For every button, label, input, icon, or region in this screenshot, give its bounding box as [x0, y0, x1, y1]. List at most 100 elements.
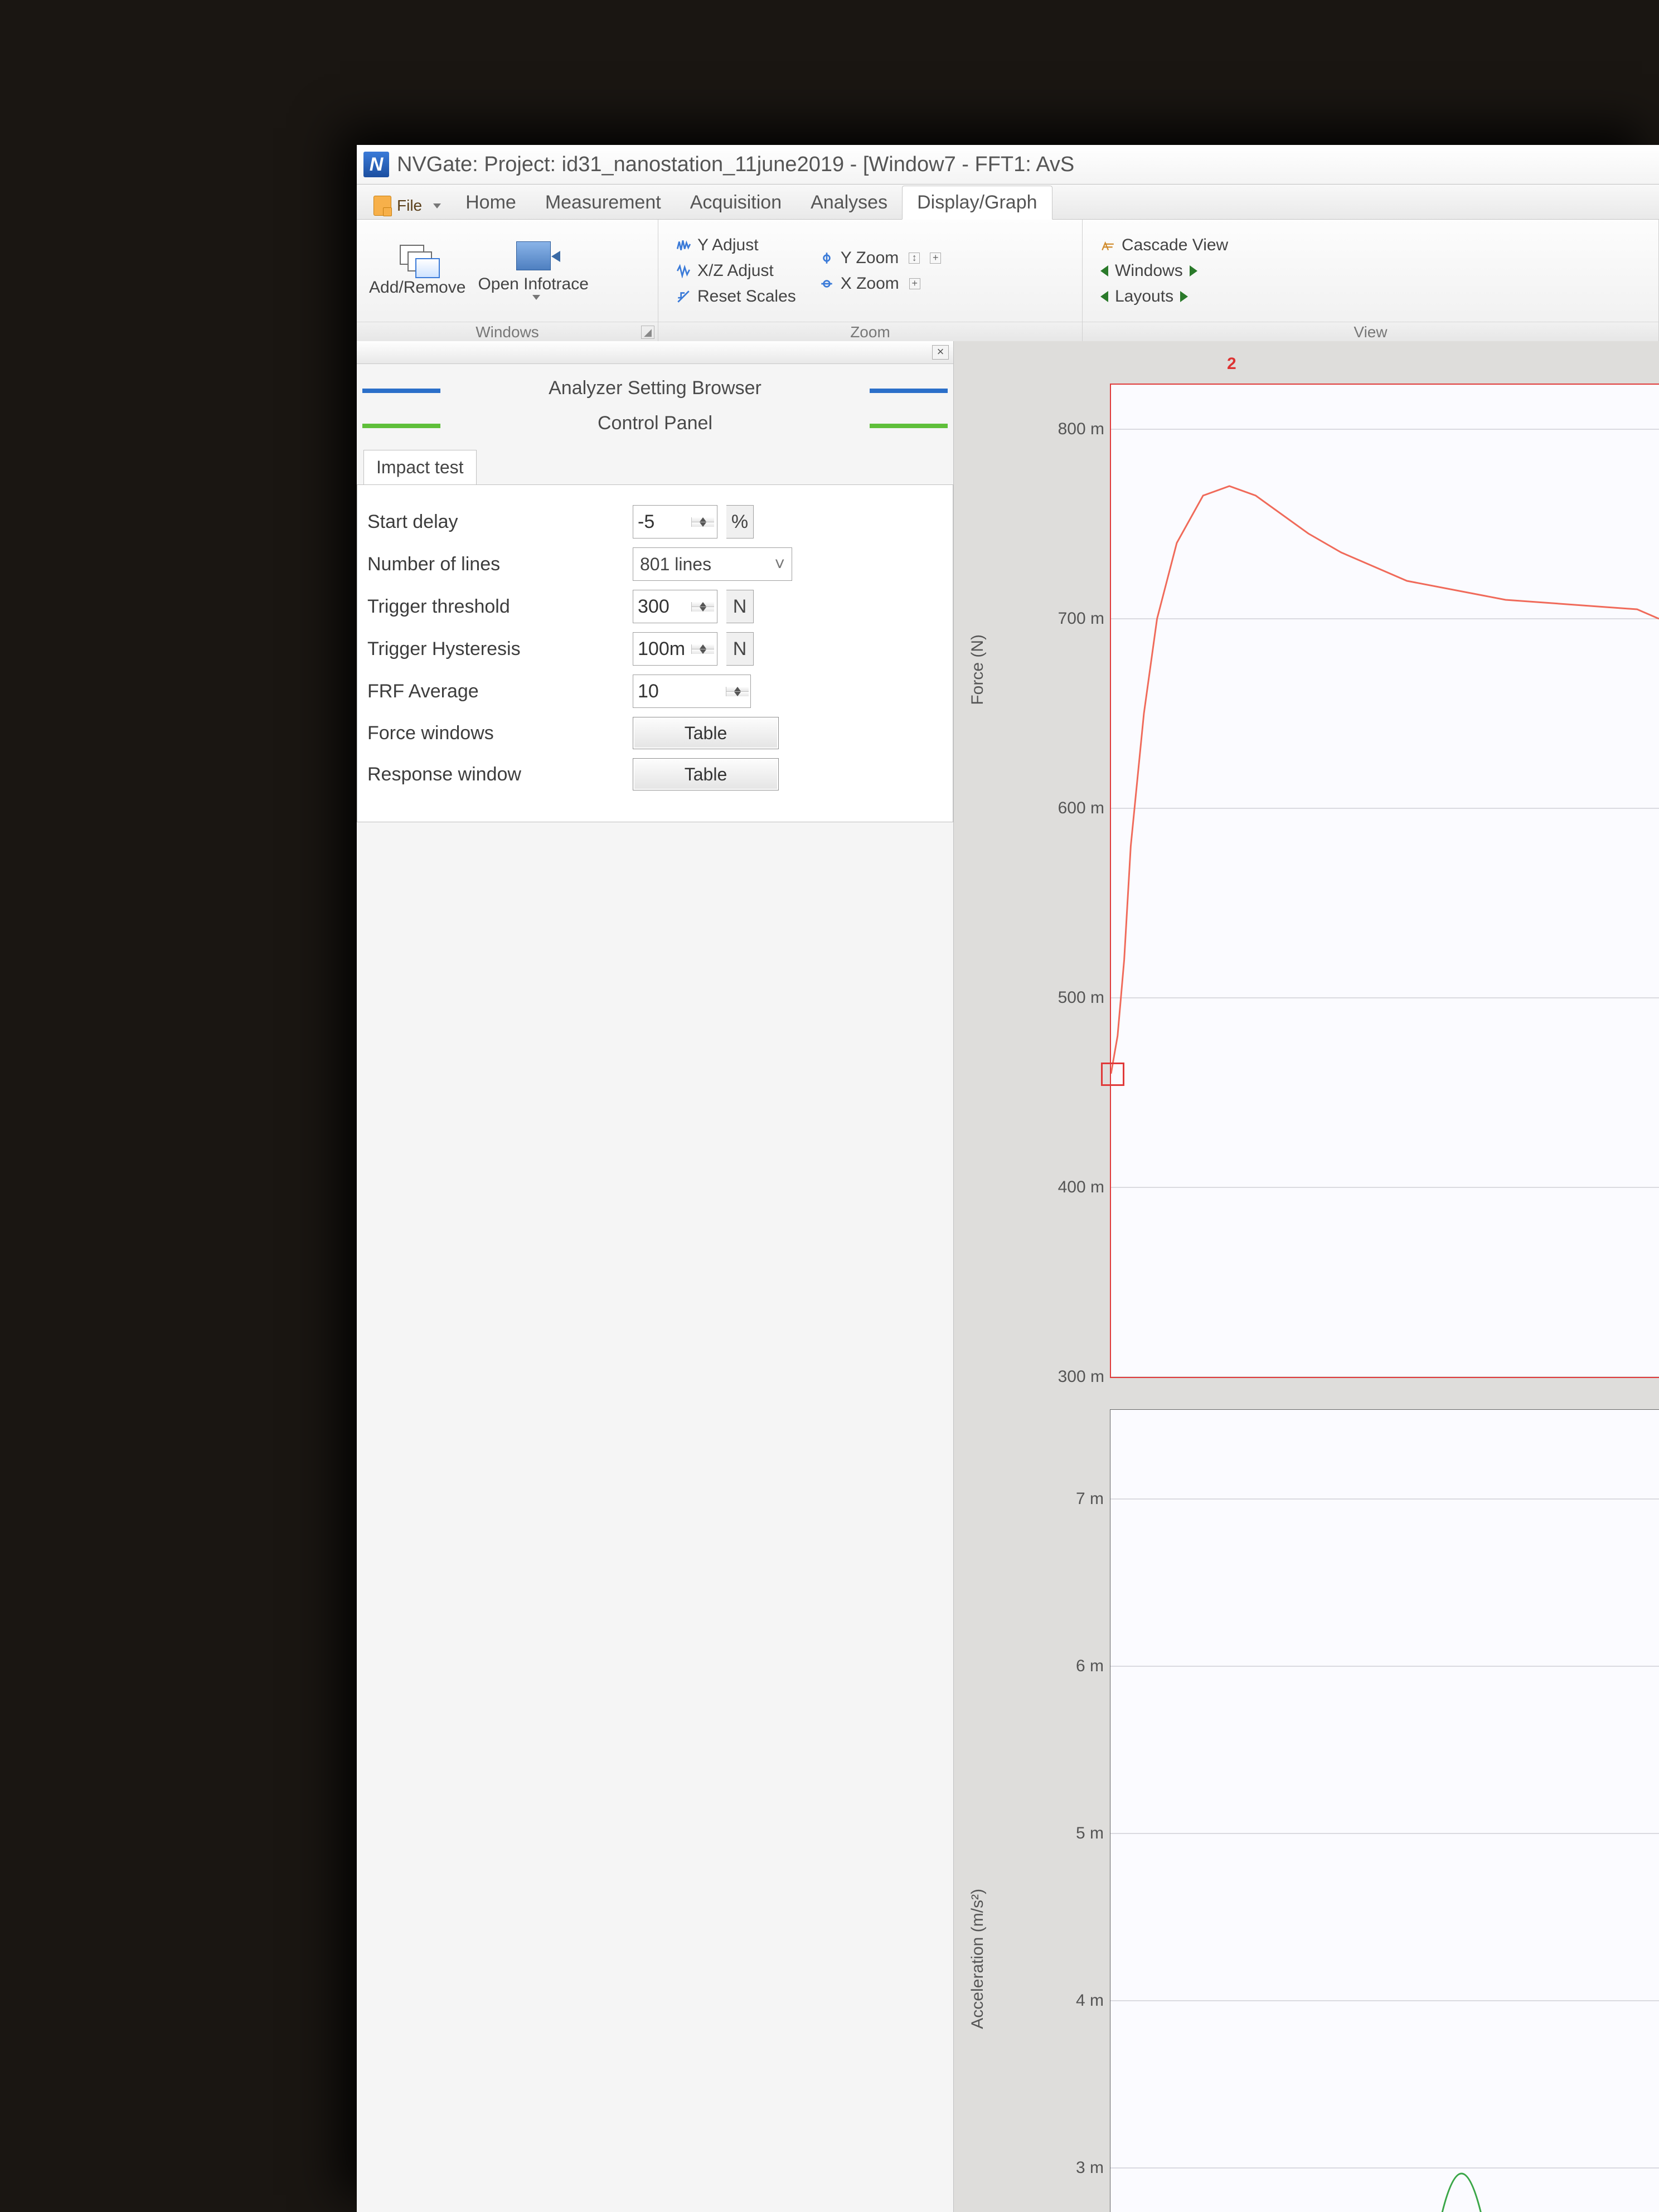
open-infotrace-label: Open Infotrace	[478, 275, 588, 294]
trigger-hysteresis-value[interactable]	[633, 633, 691, 665]
number-of-lines-select[interactable]: 801 lines ˅	[633, 547, 792, 581]
tab-acquisition[interactable]: Acquisition	[676, 186, 796, 219]
label-trigger-threshold: Trigger threshold	[367, 596, 624, 618]
chart-area: 2 Force (N) Acceleration (m/s²) 800 m 70…	[954, 341, 1659, 2212]
ribbon-group-zoom: Y Adjust X/Z Adjust Reset Scales Y Zoom	[658, 220, 1083, 342]
label-force-windows: Force windows	[367, 722, 624, 744]
frf-average-input[interactable]	[633, 675, 751, 708]
frf-average-spinner[interactable]	[726, 687, 749, 696]
triangle-left-icon	[1100, 291, 1108, 302]
window-title: NVGate: Project: id31_nanostation_11june…	[397, 153, 1074, 177]
start-delay-spinner[interactable]	[691, 517, 714, 527]
response-window-table-button[interactable]: Table	[633, 758, 779, 790]
label-response-window: Response window	[367, 764, 624, 785]
chevron-down-icon: ˅	[774, 554, 785, 575]
trigger-threshold-unit: N	[726, 590, 754, 623]
row-force-windows: Force windows Table	[367, 717, 943, 749]
layouts-nav-button[interactable]: Layouts	[1095, 286, 1234, 307]
close-icon[interactable]: ×	[932, 345, 949, 360]
cursor-marker-icon[interactable]	[1101, 1063, 1124, 1086]
trigger-hysteresis-spinner[interactable]	[691, 644, 714, 654]
triangle-right-icon	[1180, 291, 1188, 302]
trigger-hysteresis-input[interactable]	[633, 632, 717, 666]
zoom-in-icon[interactable]: +	[909, 278, 920, 289]
reset-scales-icon	[676, 289, 691, 304]
file-icon	[373, 196, 391, 216]
tab-analyses[interactable]: Analyses	[796, 186, 902, 219]
chevron-down-icon	[433, 203, 441, 208]
label-number-of-lines: Number of lines	[367, 554, 624, 575]
triangle-right-icon	[1190, 265, 1197, 276]
y-tick: 500 m	[1058, 988, 1104, 1007]
expand-y-icon[interactable]: ↕	[909, 253, 920, 264]
force-trace	[1111, 486, 1659, 1074]
open-infotrace-button[interactable]: Open Infotrace	[478, 241, 588, 300]
add-remove-label: Add/Remove	[369, 278, 465, 297]
y-zoom-button[interactable]: Y Zoom ↕ +	[814, 248, 947, 269]
label-trigger-hysteresis: Trigger Hysteresis	[367, 638, 624, 660]
windows-nav-button[interactable]: Windows	[1095, 260, 1234, 282]
file-menu[interactable]: File	[363, 192, 451, 219]
y-tick: 4 m	[1076, 1991, 1104, 2010]
start-delay-unit: %	[726, 505, 754, 539]
y-adjust-button[interactable]: Y Adjust	[671, 235, 802, 256]
app-logo-icon: N	[363, 152, 389, 177]
frf-average-value[interactable]	[633, 675, 726, 707]
ribbon-group-view: Cascade View Windows Layouts View	[1083, 220, 1659, 342]
trigger-hysteresis-unit: N	[726, 632, 754, 666]
zoom-in-icon[interactable]: +	[930, 253, 941, 264]
cascade-view-button[interactable]: Cascade View	[1095, 235, 1234, 256]
trigger-threshold-value[interactable]	[633, 590, 691, 623]
ribbon-group-zoom-label: Zoom	[850, 323, 890, 341]
y-tick: 600 m	[1058, 799, 1104, 818]
row-trigger-threshold: Trigger threshold N	[367, 590, 943, 623]
y-tick: 400 m	[1058, 1178, 1104, 1197]
y-axis-label-force: Force (N)	[968, 634, 987, 705]
impact-test-form: Start delay % Number of lines 801 lines …	[357, 484, 953, 822]
xz-adjust-button[interactable]: X/Z Adjust	[671, 260, 802, 282]
force-windows-table-button[interactable]: Table	[633, 717, 779, 749]
row-start-delay: Start delay %	[367, 505, 943, 539]
ribbon: Add/Remove Open Infotrace Windows ◢ Y Ad…	[357, 220, 1659, 343]
start-delay-value[interactable]	[633, 506, 691, 538]
force-plot[interactable]: 800 m 700 m 600 m 500 m 400 m 300 m	[1110, 384, 1659, 1378]
app-window: N NVGate: Project: id31_nanostation_11ju…	[357, 145, 1659, 2212]
control-panel-header[interactable]: Control Panel	[357, 413, 953, 434]
start-delay-input[interactable]	[633, 505, 717, 539]
reset-scales-button[interactable]: Reset Scales	[671, 286, 802, 307]
accel-plot-svg	[1110, 1410, 1659, 2212]
analyzer-setting-header[interactable]: Analyzer Setting Browser	[357, 377, 953, 399]
ribbon-group-windows: Add/Remove Open Infotrace Windows ◢	[357, 220, 658, 342]
waveform-y-icon	[676, 238, 691, 253]
y-tick: 800 m	[1058, 420, 1104, 439]
acceleration-plot[interactable]: 7 m 6 m 5 m 4 m 3 m	[1110, 1409, 1659, 2212]
y-tick: 700 m	[1058, 609, 1104, 628]
trigger-threshold-spinner[interactable]	[691, 602, 714, 612]
y-tick: 5 m	[1076, 1824, 1104, 1843]
tab-home[interactable]: Home	[451, 186, 531, 219]
row-frf-average: FRF Average	[367, 675, 943, 708]
x-zoom-button[interactable]: X Zoom +	[814, 273, 947, 294]
label-frf-average: FRF Average	[367, 681, 624, 702]
accel-trace-fragment	[1439, 2174, 1483, 2212]
cursor-index-marker: 2	[1227, 355, 1236, 373]
impact-test-tab[interactable]: Impact test	[363, 450, 477, 484]
trigger-threshold-input[interactable]	[633, 590, 717, 623]
tab-display-graph[interactable]: Display/Graph	[902, 186, 1052, 220]
title-bar: N NVGate: Project: id31_nanostation_11ju…	[357, 145, 1659, 185]
dialog-launcher-icon[interactable]: ◢	[641, 326, 654, 339]
ribbon-group-view-label: View	[1354, 323, 1387, 341]
add-remove-button[interactable]: Add/Remove	[369, 245, 465, 297]
x-zoom-icon	[819, 276, 834, 291]
y-tick: 300 m	[1058, 1367, 1104, 1386]
infotrace-icon	[516, 241, 551, 270]
side-panel-tabstrip: ×	[357, 341, 953, 364]
y-tick: 6 m	[1076, 1657, 1104, 1676]
windows-stack-icon	[400, 245, 435, 274]
triangle-left-icon	[1100, 265, 1108, 276]
waveform-xz-icon	[676, 264, 691, 278]
y-tick: 3 m	[1076, 2158, 1104, 2177]
tab-measurement[interactable]: Measurement	[531, 186, 676, 219]
row-response-window: Response window Table	[367, 758, 943, 790]
number-of-lines-value: 801 lines	[640, 554, 711, 575]
